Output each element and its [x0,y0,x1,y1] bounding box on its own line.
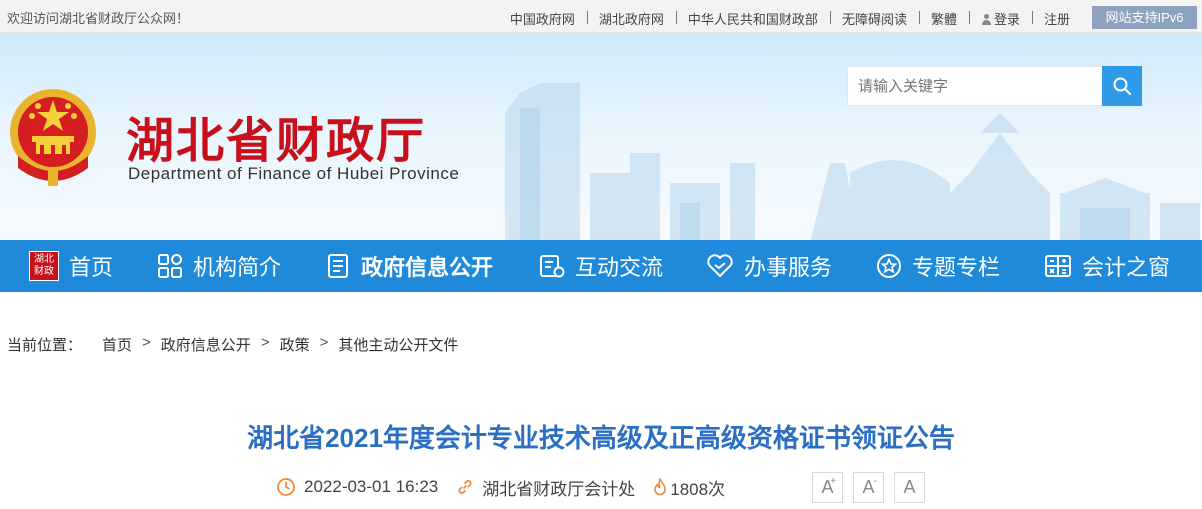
font-reset-label: A [903,477,916,497]
home-badge-line-2: 财政 [34,266,54,277]
font-decrease-button[interactable]: A- [853,472,884,503]
font-reset-button[interactable]: A [894,472,925,503]
link-hubei-gov[interactable]: 湖北政府网 [586,9,676,28]
nav-label-topics: 专题专栏 [912,255,1001,280]
heart-icon [707,254,733,277]
accessibility-link[interactable]: 无障碍阅读 [829,9,919,28]
national-emblem-icon [10,89,96,186]
login-link[interactable]: 登录 [968,9,1032,28]
nav-label-interaction: 互动交流 [575,255,664,280]
nav-label-info-disclosure: 政府信息公开 [361,255,494,280]
font-increase-button[interactable]: A + [812,472,843,503]
nav-label-services: 办事服务 [744,255,833,280]
star-circle-icon [877,254,901,278]
nav-label-about: 机构简介 [193,255,282,280]
article-source: 湖北省财政厅会计处 [456,475,635,500]
article-title: 湖北省2021年度会计专业技术高级及正高级资格证书领证公告 [247,423,955,453]
ipv6-badge: 网站支持IPv6 [1092,6,1197,29]
document-icon [328,254,348,278]
breadcrumb: 当前位置： 首页 > 政府信息公开 > 政策 > 其他主动公开文件 [7,334,458,355]
flame-icon [654,478,667,496]
breadcrumb-home[interactable]: 首页 [102,334,132,355]
nav-label-home: 首页 [69,255,114,280]
breadcrumb-other-files[interactable]: 其他主动公开文件 [338,334,458,355]
home-badge-icon: 湖北 财政 [29,251,59,281]
article-source-text: 湖北省财政厅会计处 [482,479,636,499]
nav-item-info-disclosure[interactable]: 政府信息公开 [325,240,493,292]
header-banner: 湖北省财政厅 Department of Finance of Hubei Pr… [0,33,1202,240]
font-size-controls: A + A- A [812,472,935,503]
publish-date-text: 2022-03-01 16:23 [304,477,439,496]
main-nav: 湖北 财政 首页 机构简介 政府信息公开 互动交流 办事服务 专题专栏 会计之窗 [0,240,1202,292]
chat-form-icon [540,255,565,278]
nav-item-interaction[interactable]: 互动交流 [539,240,663,292]
breadcrumb-policy[interactable]: 政策 [280,334,310,355]
breadcrumb-separator: > [142,334,151,351]
search-button[interactable] [1102,66,1142,106]
site-subtitle: Department of Finance of Hubei Province [128,164,460,183]
nav-label-accounting: 会计之窗 [1082,255,1171,280]
clock-icon [277,478,295,496]
link-gov-cn[interactable]: 中国政府网 [498,9,587,28]
traditional-chinese-link[interactable]: 繁體 [918,9,969,28]
nav-item-services[interactable]: 办事服务 [706,240,832,292]
plus-mark: + [830,476,836,487]
login-label: 登录 [993,12,1020,27]
search-input[interactable] [848,67,1102,105]
calculator-icon [1045,255,1071,277]
home-badge-line-1: 湖北 [34,254,54,265]
nav-item-about[interactable]: 机构简介 [157,240,281,292]
site-title: 湖北省财政厅 [126,113,427,169]
grid-icon [158,254,182,278]
view-count: 1808次 [653,475,725,500]
nav-item-accounting[interactable]: 会计之窗 [1044,240,1170,292]
breadcrumb-separator: > [260,334,270,351]
register-link[interactable]: 注册 [1031,9,1082,28]
link-mof[interactable]: 中华人民共和国财政部 [675,9,830,28]
breadcrumb-label: 当前位置： [7,337,83,354]
search-icon [1113,77,1132,96]
minus-mark: - [873,476,877,487]
user-icon [981,14,992,25]
search-box [847,66,1103,106]
breadcrumb-info-disclosure[interactable]: 政府信息公开 [161,334,251,355]
top-links: 中国政府网 湖北政府网 中华人民共和国财政部 无障碍阅读 繁體 登录 注册 [498,9,1082,28]
welcome-text: 欢迎访问湖北省财政厅公众网！ [7,11,190,26]
link-icon [458,480,472,494]
breadcrumb-separator: > [319,334,329,351]
publish-date: 2022-03-01 16:23 [276,477,438,497]
nav-item-home[interactable]: 湖北 财政 首页 [29,240,113,292]
article-meta: 2022-03-01 16:23 湖北省财政厅会计处 1808次 [276,472,725,502]
nav-item-topics[interactable]: 专题专栏 [876,240,1000,292]
top-bar: 欢迎访问湖北省财政厅公众网！ 中国政府网 湖北政府网 中华人民共和国财政部 无障… [0,0,1202,33]
view-count-text: 1808次 [670,479,726,499]
